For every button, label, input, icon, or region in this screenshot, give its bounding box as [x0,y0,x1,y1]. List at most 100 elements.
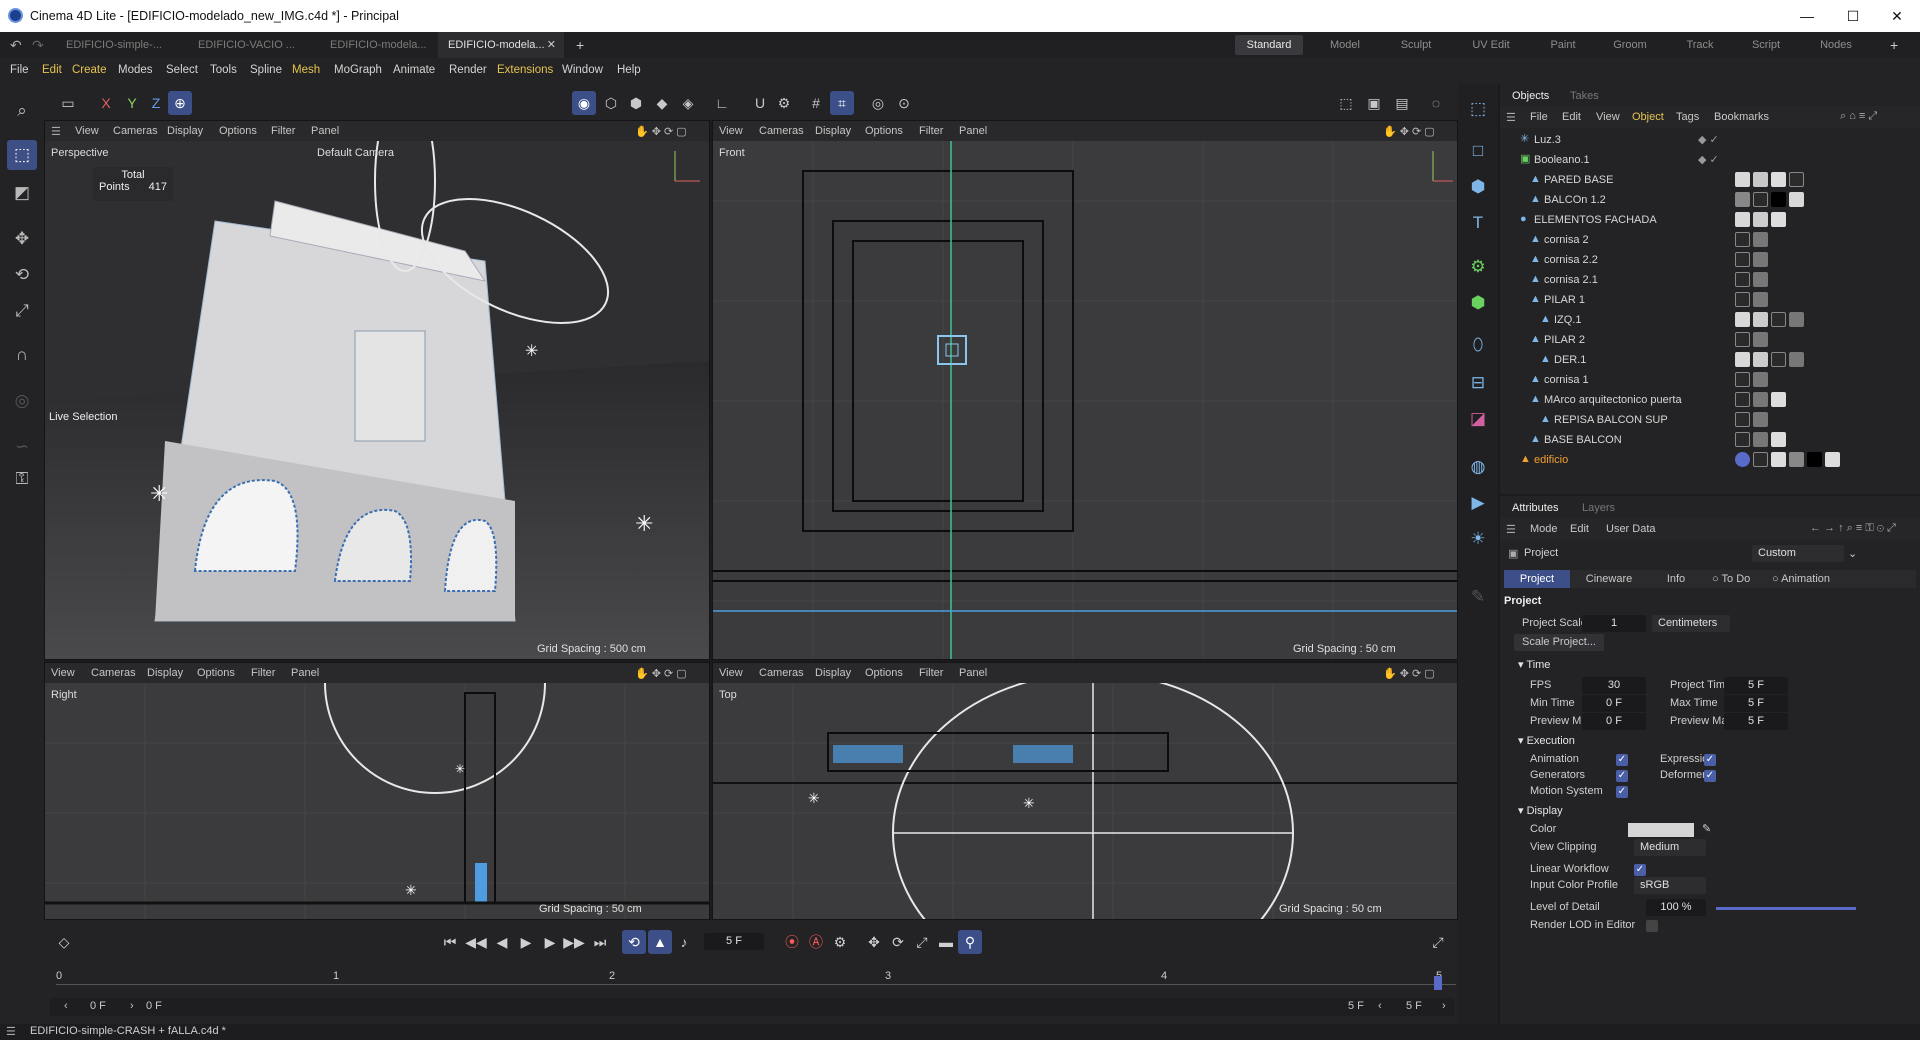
layout-nodes[interactable]: Nodes [1806,32,1866,58]
object-row[interactable]: ▲ BALCOn 1.2 [1500,190,1920,210]
menu-window[interactable]: Window [562,64,603,76]
refresh-icon[interactable]: ◌ [1424,91,1448,115]
scale-icon[interactable]: ⤢ [7,296,37,326]
vp-menu-options[interactable]: Options [865,667,903,679]
generator-icon[interactable]: ⚙ [1466,254,1490,280]
maximize-button[interactable]: ☐ [1830,0,1876,32]
expand-timeline-icon[interactable]: ⤢ [1426,930,1450,954]
range-start-field[interactable]: 0 F [90,1000,106,1012]
project-scale-unit-dropdown[interactable]: Centimeters [1652,615,1730,632]
param-key-icon[interactable]: ▬ [934,930,958,954]
menu-render[interactable]: Render [449,64,487,76]
attr-menu-edit[interactable]: Edit [1570,523,1589,535]
grid-icon[interactable]: # [804,91,828,115]
layout-groom[interactable]: Groom [1600,32,1660,58]
world-coord-icon[interactable]: ⊕ [168,91,192,115]
mograph-icon[interactable]: ◪ [1466,406,1490,432]
undo-history-icon[interactable]: ▭ [56,91,80,115]
vp-menu-cameras[interactable]: Cameras [91,667,136,679]
attr-menu-userdata[interactable]: User Data [1606,523,1656,535]
viewport-perspective[interactable]: ☰ View Cameras Display Options Filter Pa… [44,120,710,660]
color-swatch[interactable] [1628,823,1694,837]
play-icon[interactable]: ▶ [514,930,538,954]
tab-layers[interactable]: Layers [1582,502,1615,514]
material-tags[interactable] [1735,272,1768,288]
deformers-checkbox[interactable]: ✓ [1704,770,1716,782]
menu-edit[interactable]: Edit [42,64,62,76]
hamburger-icon[interactable]: ☰ [6,1025,16,1038]
range-end-field[interactable]: 5 F [1348,1000,1364,1012]
doc-tab-1[interactable]: EDIFICIO-simple-... [56,32,184,58]
doc-tab-3[interactable]: EDIFICIO-modela... [320,32,444,58]
menu-tools[interactable]: Tools [210,64,237,76]
animation-checkbox[interactable]: ✓ [1616,754,1628,766]
vp-menu-filter[interactable]: Filter [271,125,295,137]
range-start-field-2[interactable]: 0 F [146,1000,162,1012]
workplane-icon[interactable]: ⌗ [830,91,854,115]
current-frame-input[interactable]: 5 F [704,933,764,950]
extrude-icon[interactable]: ⬢ [1466,290,1490,316]
vp-menu-display[interactable]: Display [815,667,851,679]
keyframe-icon[interactable]: ◇ [52,930,76,954]
menu-file[interactable]: File [10,64,29,76]
selection-tool-icon[interactable]: ⬚ [7,140,37,170]
playback-mode-icon[interactable]: ▲ [648,930,672,954]
viewport-top[interactable]: View Cameras Display Options Filter Pane… [712,662,1458,920]
vp-menu-filter[interactable]: Filter [919,667,943,679]
pla-key-icon[interactable]: ⚲ [958,930,982,954]
pan-icon[interactable]: ✋ ✥ ⟳ ▢ [635,125,687,138]
sound-icon[interactable]: ♪ [672,930,696,954]
search-icon[interactable]: ⌕ [7,96,37,126]
doc-tab-4-active[interactable]: EDIFICIO-modela... ✕ [438,32,564,58]
time-section[interactable]: ▾ Time [1518,658,1550,671]
menu-spline[interactable]: Spline [250,64,282,76]
axis-y-button[interactable]: Y [120,91,144,115]
key-settings-icon[interactable]: ⚙ [828,930,852,954]
hamburger-icon[interactable]: ☰ [1506,111,1516,124]
rotate-icon[interactable]: ⟲ [7,260,37,290]
material-tags[interactable] [1735,252,1768,268]
preset-dropdown[interactable]: Custom [1752,545,1844,562]
close-tab-icon[interactable]: ✕ [547,32,556,58]
scale-project-button[interactable]: Scale Project... [1514,634,1604,651]
lod-icon[interactable]: ⊙ [892,91,916,115]
axis-x-button[interactable]: X [94,91,118,115]
axis-mode-icon[interactable]: ∟ [710,91,734,115]
render-picture-viewer-icon[interactable]: ▤ [1390,91,1414,115]
range-end-field-2[interactable]: 5 F [1406,1000,1422,1012]
timeline-ruler[interactable]: 0 1 2 3 4 5 [56,970,1456,990]
menu-select[interactable]: Select [166,64,198,76]
vp-menu-panel[interactable]: Panel [959,667,987,679]
move-icon[interactable]: ✥ [7,224,37,254]
obj-menu-view[interactable]: View [1596,111,1620,123]
object-row[interactable]: ▲ IZQ.1 [1500,310,1920,330]
object-row[interactable]: ▲ cornisa 1 [1500,370,1920,390]
axis-z-button[interactable]: Z [144,91,168,115]
menu-animate[interactable]: Animate [393,64,435,76]
render-lod-checkbox[interactable] [1646,920,1658,932]
vp-menu-options[interactable]: Options [197,667,235,679]
vp-menu-cameras[interactable]: Cameras [113,125,158,137]
object-row[interactable]: ▲ PARED BASE [1500,170,1920,190]
layout-model[interactable]: Model [1315,32,1375,58]
redo-icon[interactable]: ↷ [32,37,44,54]
eyedropper-icon[interactable]: ✎ [1702,822,1711,835]
vp-menu-display[interactable]: Display [167,125,203,137]
lod-slider[interactable] [1716,907,1856,910]
visibility-icon[interactable]: ◆ ✓ [1698,133,1719,146]
execution-section[interactable]: ▾ Execution [1518,734,1575,747]
project-time-input[interactable]: 5 F [1724,677,1788,694]
object-row[interactable]: ▲ MArco arquitectonico puerta [1500,390,1920,410]
object-row[interactable]: ▲ PILAR 1 [1500,290,1920,310]
material-tags[interactable] [1735,192,1804,208]
layout-sculpt[interactable]: Sculpt [1386,32,1446,58]
prev-frame-icon[interactable]: ◀ [490,930,514,954]
expression-checkbox[interactable]: ✓ [1704,754,1716,766]
add-layout-button[interactable]: + [1890,37,1898,53]
vp-menu-filter[interactable]: Filter [251,667,275,679]
vp-menu-view[interactable]: View [75,125,99,137]
obj-menu-file[interactable]: File [1530,111,1548,123]
close-button[interactable]: ✕ [1874,0,1920,32]
generators-checkbox[interactable]: ✓ [1616,770,1628,782]
menu-create[interactable]: Create [72,64,107,76]
